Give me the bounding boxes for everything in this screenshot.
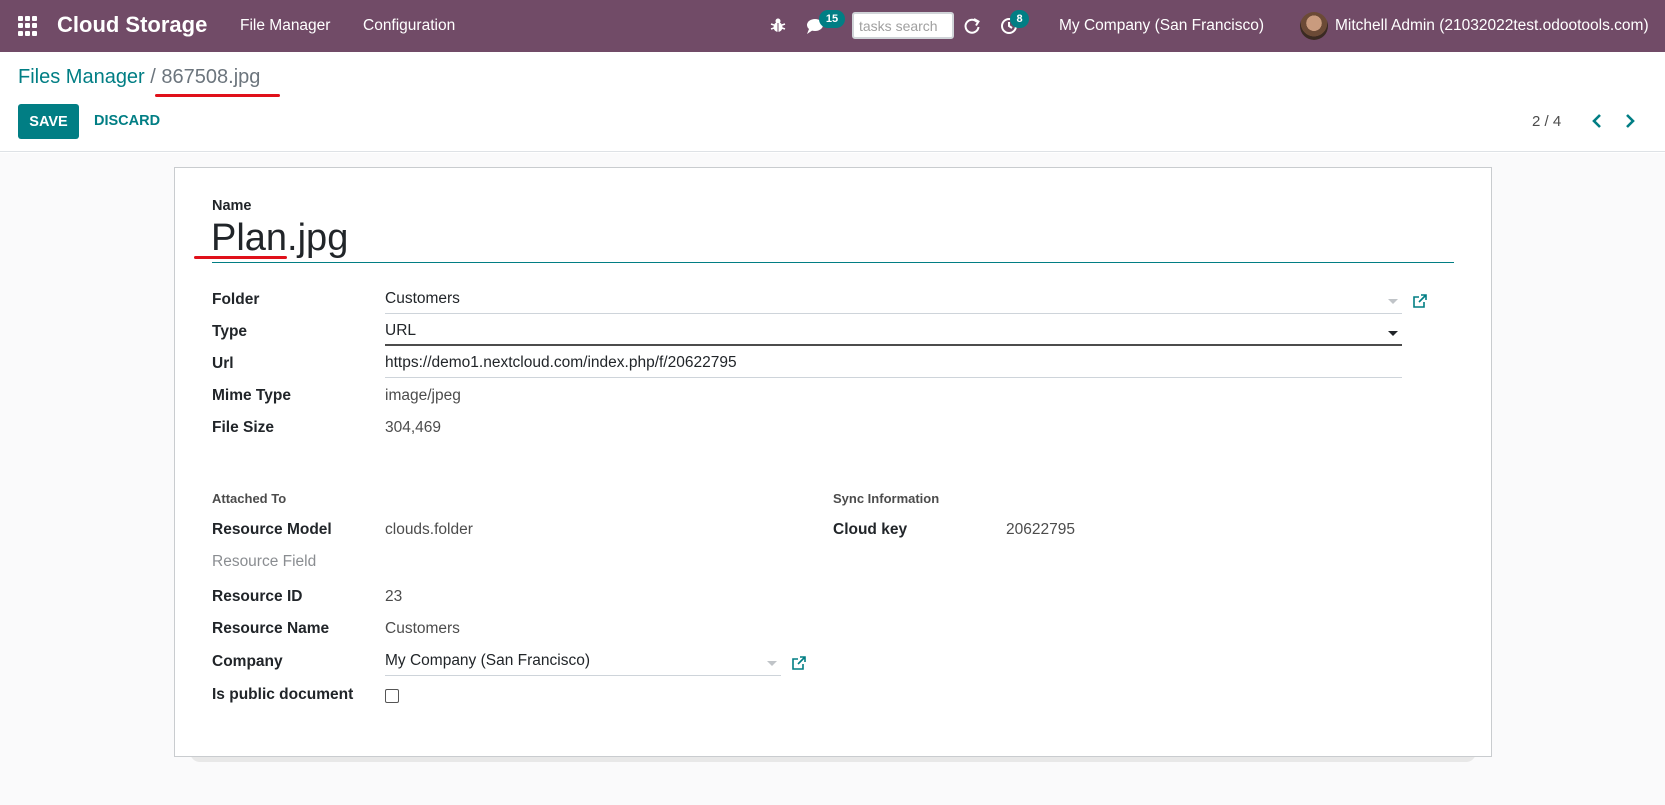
resource-model-label: Resource Model — [212, 521, 332, 538]
breadcrumb-current: 867508.jpg — [161, 66, 261, 88]
sync-information-heading: Sync Information — [833, 491, 940, 506]
mime-type-value: image/jpeg — [385, 387, 461, 404]
file-size-label: File Size — [212, 419, 275, 436]
folder-value: Customers — [385, 290, 460, 307]
bug-icon[interactable] — [769, 16, 787, 34]
user-menu[interactable]: Mitchell Admin (21032022test.odootools.c… — [1335, 17, 1649, 35]
name-input-underline — [212, 262, 1454, 263]
refresh-icon[interactable] — [963, 17, 981, 35]
top-navbar: Cloud Storage File Manager Configuration… — [0, 0, 1665, 52]
company-select[interactable]: My Company (San Francisco) — [385, 650, 781, 676]
form-sheet — [174, 167, 1492, 757]
cloud-key-value: 20622795 — [1006, 521, 1075, 538]
apps-menu-icon[interactable] — [18, 16, 38, 36]
control-panel: Files Manager / 867508.jpg SAVE DISCARD … — [0, 52, 1665, 152]
menu-configuration[interactable]: Configuration — [363, 17, 455, 35]
dropdown-caret-icon — [1388, 299, 1398, 304]
tasks-search-input[interactable] — [852, 12, 954, 39]
pager-value[interactable]: 2 / 4 — [1532, 113, 1561, 130]
external-link-icon[interactable] — [1412, 293, 1428, 309]
cloud-key-label: Cloud key — [833, 521, 908, 538]
company-switcher[interactable]: My Company (San Francisco) — [1059, 17, 1264, 35]
external-link-icon[interactable] — [791, 655, 807, 671]
attached-to-heading: Attached To — [212, 491, 287, 506]
resource-model-value: clouds.folder — [385, 521, 473, 538]
breadcrumb: Files Manager / 867508.jpg — [18, 66, 260, 89]
chevron-right-icon[interactable] — [1619, 110, 1641, 132]
breadcrumb-parent-link[interactable]: Files Manager — [18, 66, 145, 88]
file-size-value: 304,469 — [385, 419, 442, 436]
avatar[interactable] — [1300, 12, 1328, 40]
chevron-left-icon[interactable] — [1586, 110, 1608, 132]
is-public-checkbox[interactable] — [385, 689, 399, 703]
dropdown-caret-icon — [1388, 331, 1398, 336]
app-brand[interactable]: Cloud Storage — [57, 12, 207, 38]
resource-id-label: Resource ID — [212, 588, 303, 605]
is-public-label: Is public document — [212, 686, 354, 703]
type-label: Type — [212, 323, 248, 340]
messages-count-badge: 15 — [819, 10, 845, 28]
mime-type-label: Mime Type — [212, 387, 291, 404]
dropdown-caret-icon — [767, 661, 777, 666]
breadcrumb-separator: / — [150, 66, 156, 88]
type-select[interactable]: URL — [385, 320, 1402, 346]
name-input[interactable]: Plan.jpg — [211, 217, 348, 260]
type-value: URL — [385, 322, 417, 339]
red-underline-annotation — [155, 94, 280, 97]
resource-name-label: Resource Name — [212, 620, 330, 637]
folder-select[interactable]: Customers — [385, 288, 1402, 314]
resource-id-value: 23 — [385, 588, 403, 605]
folder-label: Folder — [212, 291, 260, 308]
name-label: Name — [212, 198, 252, 214]
discard-button[interactable]: DISCARD — [86, 104, 168, 139]
save-button[interactable]: SAVE — [18, 104, 79, 139]
resource-field-label: Resource Field — [212, 553, 317, 570]
url-label: Url — [212, 355, 234, 372]
url-value: https://demo1.nextcloud.com/index.php/f/… — [385, 354, 737, 371]
red-underline-annotation — [194, 256, 287, 259]
menu-file-manager[interactable]: File Manager — [240, 17, 330, 35]
company-label: Company — [212, 653, 283, 670]
activities-count-badge: 8 — [1010, 10, 1029, 28]
resource-name-value: Customers — [385, 620, 460, 637]
company-value: My Company (San Francisco) — [385, 652, 591, 669]
url-input[interactable]: https://demo1.nextcloud.com/index.php/f/… — [385, 352, 1402, 378]
